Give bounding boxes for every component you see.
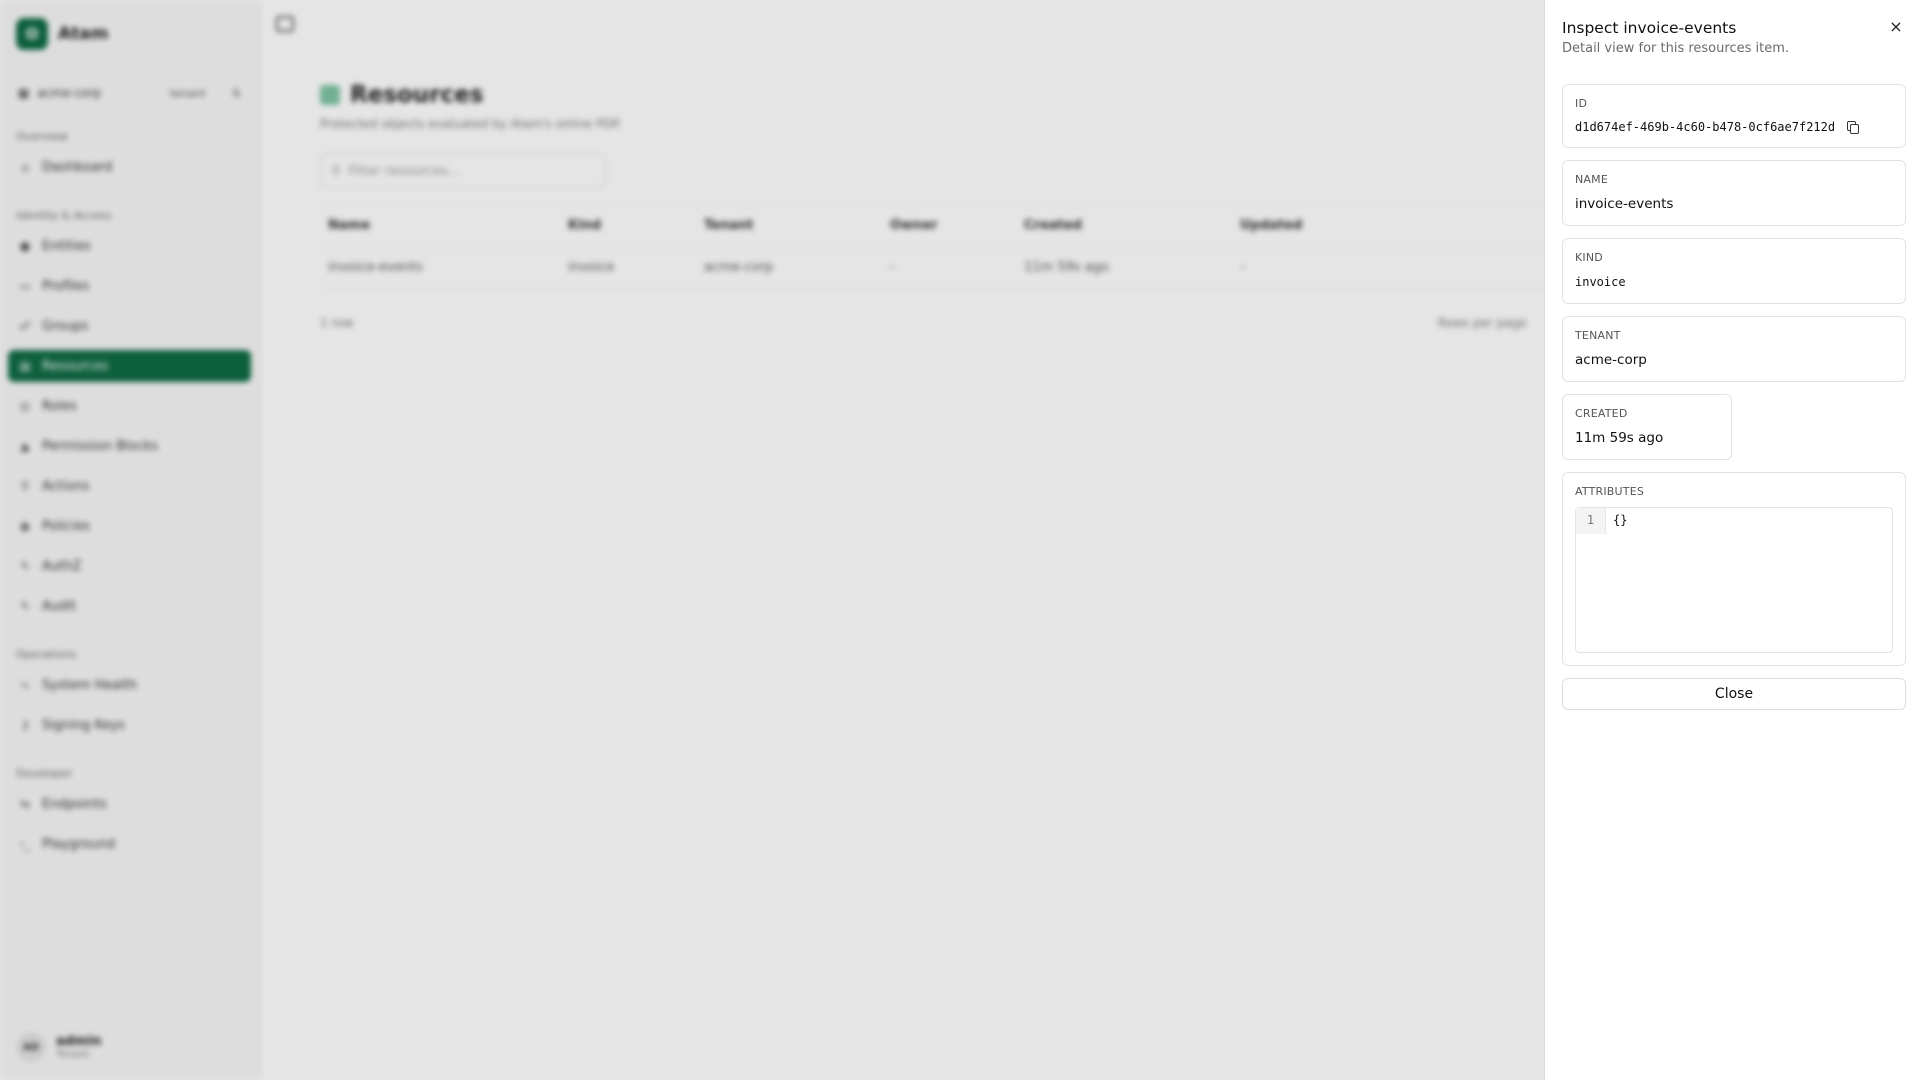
tenant-value: acme-corp (1575, 352, 1647, 368)
line-number: 1 (1576, 508, 1606, 534)
created-field: CREATED 11m 59s ago (1562, 394, 1732, 460)
copy-icon[interactable] (1845, 119, 1861, 135)
created-value: 11m 59s ago (1575, 430, 1664, 446)
field-label: KIND (1575, 251, 1603, 264)
attributes-editor[interactable]: 1 {} (1575, 507, 1893, 653)
field-label: NAME (1575, 173, 1608, 186)
id-row: d1d674ef-469b-4c60-b478-0cf6ae7f212d (1575, 119, 1893, 135)
drawer-footer: Close (1562, 678, 1906, 710)
drawer-description: Detail view for this resources item. (1562, 41, 1789, 56)
id-value: d1d674ef-469b-4c60-b478-0cf6ae7f212d (1575, 120, 1836, 134)
tenant-field: TENANT acme-corp (1562, 316, 1906, 382)
close-button[interactable]: Close (1562, 678, 1906, 710)
kind-value: invoice (1575, 275, 1626, 289)
name-value: invoice-events (1575, 196, 1674, 212)
name-field: NAME invoice-events (1562, 160, 1906, 226)
attributes-code: {} (1613, 513, 1628, 527)
close-icon[interactable]: × (1886, 16, 1906, 36)
field-label: ATTRIBUTES (1575, 485, 1645, 498)
kind-field: KIND invoice (1562, 238, 1906, 304)
drawer-title: Inspect invoice-events (1562, 19, 1737, 37)
field-label: TENANT (1575, 329, 1621, 342)
attributes-field: ATTRIBUTES 1 {} (1562, 472, 1906, 666)
inspect-drawer: Inspect invoice-events Detail view for t… (1544, 0, 1920, 1080)
field-label: CREATED (1575, 407, 1628, 420)
field-label: ID (1575, 97, 1588, 110)
id-field: ID d1d674ef-469b-4c60-b478-0cf6ae7f212d (1562, 84, 1906, 148)
